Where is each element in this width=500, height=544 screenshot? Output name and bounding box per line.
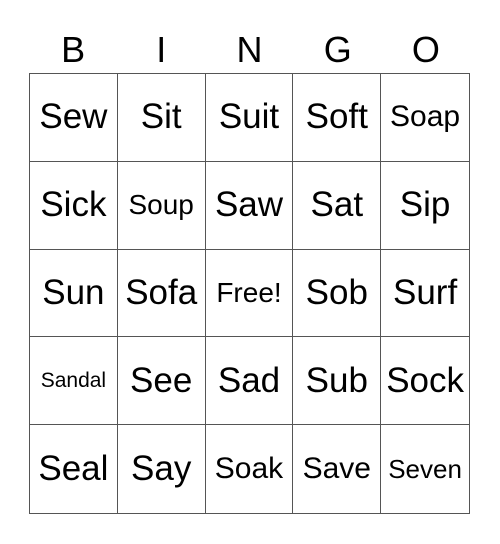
bingo-cell[interactable]: Suit bbox=[205, 74, 294, 162]
bingo-cell[interactable]: Saw bbox=[205, 161, 294, 250]
bingo-cell[interactable]: Surf bbox=[381, 250, 469, 338]
bingo-cell[interactable]: Sun bbox=[30, 249, 118, 338]
header-letter-i: I bbox=[156, 29, 167, 70]
bingo-cell[interactable]: Save bbox=[293, 425, 382, 513]
bingo-cell[interactable]: Sock bbox=[381, 337, 469, 426]
bingo-cell[interactable]: Sub bbox=[293, 337, 382, 426]
bingo-cell[interactable]: Soup bbox=[117, 161, 206, 250]
bingo-cell[interactable]: Sad bbox=[205, 337, 294, 426]
header-letter-n: N bbox=[236, 29, 263, 70]
bingo-cell[interactable]: Soap bbox=[381, 74, 469, 162]
bingo-header: B I N G O bbox=[29, 28, 470, 72]
bingo-cell[interactable]: Seven bbox=[381, 425, 469, 513]
header-letter-o: O bbox=[411, 29, 440, 70]
bingo-cell[interactable]: Seal bbox=[30, 425, 118, 513]
bingo-cell[interactable]: See bbox=[117, 337, 206, 426]
header-letter-g: G bbox=[323, 29, 352, 70]
bingo-cell[interactable]: Sat bbox=[293, 161, 382, 250]
bingo-card-grid: Sew Sit Suit Soft Soap Sick Soup Saw Sat… bbox=[29, 73, 470, 514]
bingo-cell[interactable]: Sit bbox=[117, 74, 206, 162]
bingo-cell[interactable]: Sob bbox=[293, 249, 382, 338]
bingo-cell[interactable]: Sew bbox=[30, 74, 118, 162]
free-space-cell[interactable]: Free! bbox=[205, 249, 294, 338]
bingo-cell[interactable]: Soft bbox=[293, 74, 382, 162]
header-letter-b: B bbox=[61, 29, 86, 70]
bingo-cell[interactable]: Sip bbox=[381, 162, 469, 250]
bingo-cell[interactable]: Soak bbox=[206, 425, 294, 513]
bingo-cell[interactable]: Sick bbox=[30, 161, 118, 250]
bingo-cell[interactable]: Sofa bbox=[117, 249, 206, 338]
bingo-cell[interactable]: Say bbox=[118, 425, 206, 513]
bingo-cell[interactable]: Sandal bbox=[30, 337, 118, 426]
